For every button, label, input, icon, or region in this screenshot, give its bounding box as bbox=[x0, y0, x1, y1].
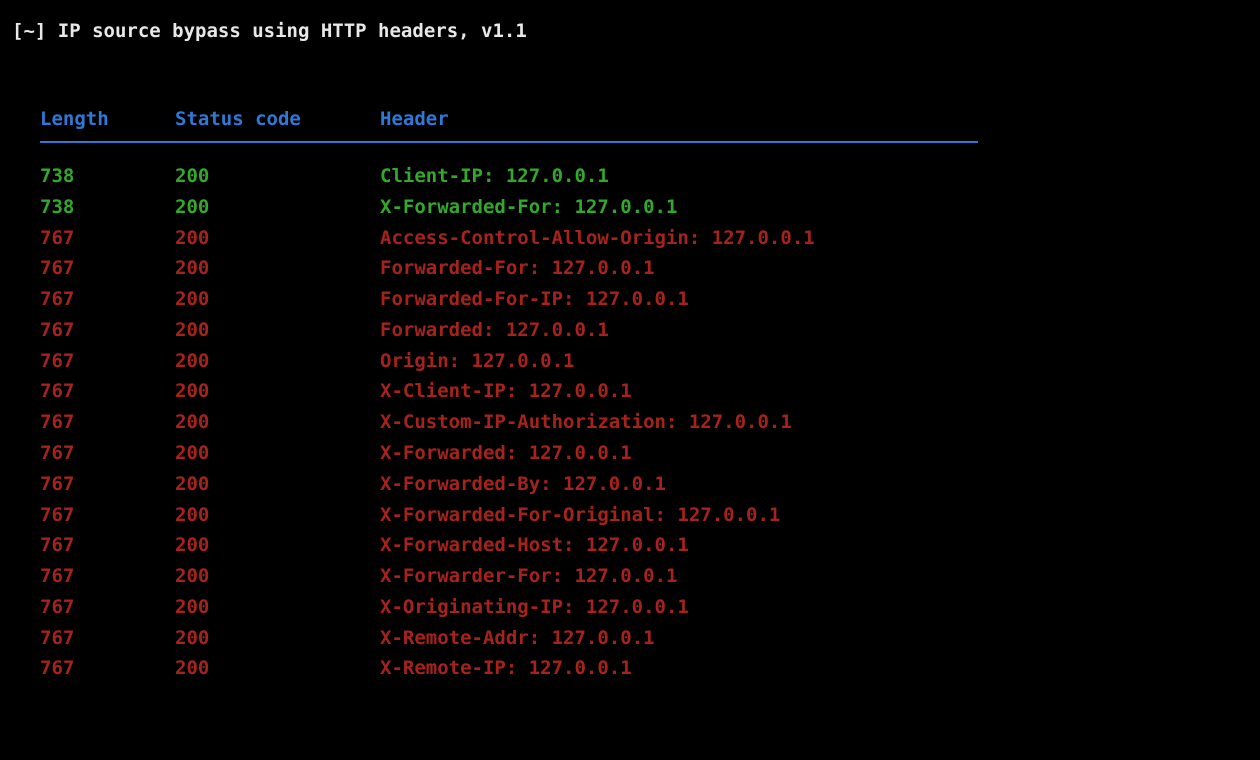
table-row: 738200X-Forwarded-For: 127.0.0.1 bbox=[40, 192, 1248, 223]
cell-header: Origin: 127.0.0.1 bbox=[380, 346, 574, 377]
cell-length: 767 bbox=[40, 315, 175, 346]
cell-status: 200 bbox=[175, 253, 380, 284]
cell-header: X-Client-IP: 127.0.0.1 bbox=[380, 376, 632, 407]
cell-status: 200 bbox=[175, 346, 380, 377]
col-header-length: Length bbox=[40, 106, 175, 134]
cell-status: 200 bbox=[175, 438, 380, 469]
cell-status: 200 bbox=[175, 653, 380, 684]
cell-status: 200 bbox=[175, 530, 380, 561]
cell-status: 200 bbox=[175, 561, 380, 592]
cell-length: 767 bbox=[40, 623, 175, 654]
cell-status: 200 bbox=[175, 284, 380, 315]
cell-length: 738 bbox=[40, 192, 175, 223]
cell-length: 767 bbox=[40, 376, 175, 407]
table-row: 767200Forwarded-For-IP: 127.0.0.1 bbox=[40, 284, 1248, 315]
table-row: 767200X-Forwarded-For-Original: 127.0.0.… bbox=[40, 500, 1248, 531]
cell-status: 200 bbox=[175, 192, 380, 223]
cell-length: 767 bbox=[40, 592, 175, 623]
cell-length: 767 bbox=[40, 253, 175, 284]
cell-length: 767 bbox=[40, 438, 175, 469]
cell-length: 767 bbox=[40, 561, 175, 592]
table-body: 738200Client-IP: 127.0.0.1738200X-Forwar… bbox=[40, 161, 1248, 684]
table-row: 767200X-Forwarder-For: 127.0.0.1 bbox=[40, 561, 1248, 592]
cell-header: Forwarded-For-IP: 127.0.0.1 bbox=[380, 284, 689, 315]
cell-length: 767 bbox=[40, 346, 175, 377]
cell-header: X-Remote-Addr: 127.0.0.1 bbox=[380, 623, 655, 654]
col-header-header: Header bbox=[380, 106, 449, 134]
table-row: 767200X-Client-IP: 127.0.0.1 bbox=[40, 376, 1248, 407]
script-title: [~] IP source bypass using HTTP headers,… bbox=[12, 18, 1248, 46]
cell-header: X-Forwarded: 127.0.0.1 bbox=[380, 438, 632, 469]
cell-header: X-Forwarded-By: 127.0.0.1 bbox=[380, 469, 666, 500]
table-row: 767200X-Forwarded: 127.0.0.1 bbox=[40, 438, 1248, 469]
cell-length: 767 bbox=[40, 223, 175, 254]
table-row: 767200Forwarded-For: 127.0.0.1 bbox=[40, 253, 1248, 284]
cell-header: X-Remote-IP: 127.0.0.1 bbox=[380, 653, 632, 684]
cell-header: X-Custom-IP-Authorization: 127.0.0.1 bbox=[380, 407, 792, 438]
table-row: 767200X-Originating-IP: 127.0.0.1 bbox=[40, 592, 1248, 623]
cell-header: Forwarded: 127.0.0.1 bbox=[380, 315, 609, 346]
cell-length: 767 bbox=[40, 284, 175, 315]
cell-header: Client-IP: 127.0.0.1 bbox=[380, 161, 609, 192]
cell-status: 200 bbox=[175, 469, 380, 500]
table-row: 738200Client-IP: 127.0.0.1 bbox=[40, 161, 1248, 192]
cell-header: X-Forwarded-Host: 127.0.0.1 bbox=[380, 530, 689, 561]
cell-header: Forwarded-For: 127.0.0.1 bbox=[380, 253, 655, 284]
cell-status: 200 bbox=[175, 592, 380, 623]
cell-status: 200 bbox=[175, 376, 380, 407]
title-prefix: [~] bbox=[12, 20, 58, 42]
cell-status: 200 bbox=[175, 407, 380, 438]
cell-length: 767 bbox=[40, 407, 175, 438]
table-row: 767200X-Forwarded-By: 127.0.0.1 bbox=[40, 469, 1248, 500]
table-row: 767200X-Forwarded-Host: 127.0.0.1 bbox=[40, 530, 1248, 561]
cell-header: X-Forwarded-For-Original: 127.0.0.1 bbox=[380, 500, 780, 531]
header-separator bbox=[40, 141, 978, 143]
cell-status: 200 bbox=[175, 315, 380, 346]
cell-header: X-Originating-IP: 127.0.0.1 bbox=[380, 592, 689, 623]
cell-status: 200 bbox=[175, 161, 380, 192]
table-row: 767200Access-Control-Allow-Origin: 127.0… bbox=[40, 223, 1248, 254]
col-header-status: Status code bbox=[175, 106, 380, 134]
table-row: 767200X-Custom-IP-Authorization: 127.0.0… bbox=[40, 407, 1248, 438]
terminal-output: [~] IP source bypass using HTTP headers,… bbox=[0, 0, 1260, 684]
table-header-row: Length Status code Header bbox=[40, 106, 1248, 142]
cell-status: 200 bbox=[175, 500, 380, 531]
table-row: 767200X-Remote-IP: 127.0.0.1 bbox=[40, 653, 1248, 684]
cell-header: X-Forwarded-For: 127.0.0.1 bbox=[380, 192, 677, 223]
table-row: 767200X-Remote-Addr: 127.0.0.1 bbox=[40, 623, 1248, 654]
cell-status: 200 bbox=[175, 223, 380, 254]
table-row: 767200Origin: 127.0.0.1 bbox=[40, 346, 1248, 377]
cell-length: 767 bbox=[40, 469, 175, 500]
table-row: 767200Forwarded: 127.0.0.1 bbox=[40, 315, 1248, 346]
cell-length: 738 bbox=[40, 161, 175, 192]
cell-status: 200 bbox=[175, 623, 380, 654]
title-text: IP source bypass using HTTP headers, v1.… bbox=[58, 20, 527, 42]
results-table: Length Status code Header 738200Client-I… bbox=[12, 106, 1248, 685]
cell-header: X-Forwarder-For: 127.0.0.1 bbox=[380, 561, 677, 592]
cell-length: 767 bbox=[40, 530, 175, 561]
cell-length: 767 bbox=[40, 500, 175, 531]
cell-header: Access-Control-Allow-Origin: 127.0.0.1 bbox=[380, 223, 815, 254]
cell-length: 767 bbox=[40, 653, 175, 684]
